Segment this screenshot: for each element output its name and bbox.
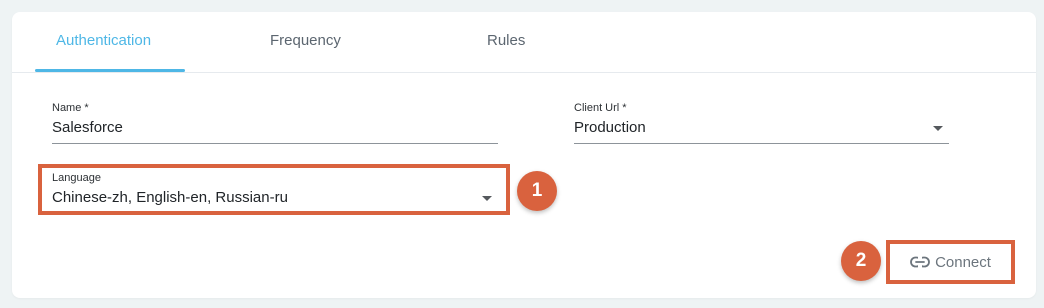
name-value[interactable]: Salesforce	[52, 119, 123, 136]
tab-bar: Authentication Frequency Rules	[12, 12, 1036, 73]
name-underline	[52, 143, 498, 144]
dropdown-arrow-icon[interactable]	[933, 126, 943, 131]
connect-button[interactable]: Connect	[894, 248, 1007, 276]
client-url-underline	[574, 143, 949, 144]
step-badge-1: 1	[517, 171, 557, 211]
name-field[interactable]: Name * Salesforce	[52, 102, 498, 144]
tab-authentication[interactable]: Authentication	[56, 32, 151, 49]
language-select[interactable]: Language Chinese-zh, English-en, Russian…	[52, 172, 495, 214]
language-underline	[52, 213, 495, 214]
tab-frequency[interactable]: Frequency	[270, 32, 341, 49]
language-value[interactable]: Chinese-zh, English-en, Russian-ru	[52, 189, 288, 206]
client-url-label: Client Url *	[574, 102, 627, 114]
client-url-select[interactable]: Client Url * Production	[574, 102, 949, 144]
name-label: Name *	[52, 102, 89, 114]
link-icon	[910, 256, 930, 268]
connect-label: Connect	[935, 253, 991, 271]
tab-rules[interactable]: Rules	[487, 32, 525, 49]
client-url-value[interactable]: Production	[574, 119, 646, 136]
step-badge-2: 2	[841, 241, 881, 281]
language-label: Language	[52, 172, 101, 184]
active-tab-indicator	[35, 69, 185, 72]
settings-card: Authentication Frequency Rules Name * Sa…	[12, 12, 1036, 298]
dropdown-arrow-icon[interactable]	[482, 196, 492, 201]
